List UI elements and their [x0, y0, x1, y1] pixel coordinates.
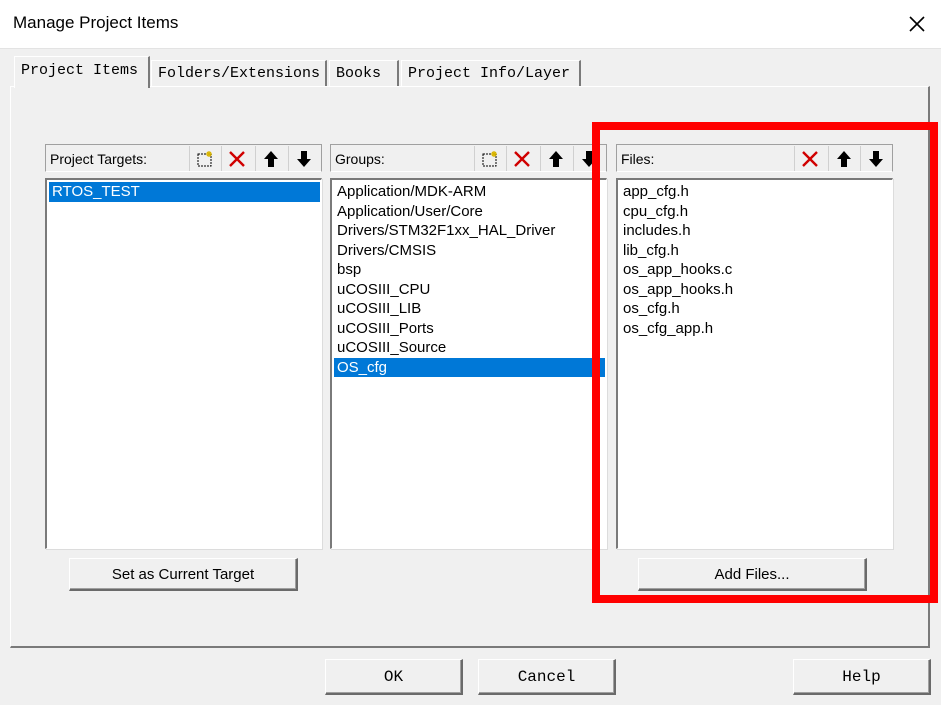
- groups-header-label: Groups:: [335, 151, 385, 167]
- arrow-up-icon: [263, 150, 278, 167]
- list-item-group[interactable]: Drivers/STM32F1xx_HAL_Driver: [334, 221, 555, 241]
- list-item-group[interactable]: Application/MDK-ARM: [334, 182, 486, 202]
- list-item-file[interactable]: os_app_hooks.h: [620, 280, 733, 300]
- delete-icon: [801, 150, 818, 167]
- set-current-target-button[interactable]: Set as Current Target: [69, 558, 298, 591]
- files-header: Files:: [616, 144, 893, 172]
- targets-header: Project Targets:: [45, 144, 322, 172]
- delete-target-button[interactable]: [221, 146, 251, 171]
- new-target-button[interactable]: [189, 146, 219, 171]
- groups-header: Groups:: [330, 144, 607, 172]
- tab-folders-extensions[interactable]: Folders/Extensions: [151, 60, 327, 86]
- delete-icon: [228, 150, 245, 167]
- tab-label: Folders/Extensions: [158, 65, 321, 82]
- add-files-button[interactable]: Add Files...: [638, 558, 867, 591]
- groups-list[interactable]: Application/MDK-ARM Application/User/Cor…: [330, 178, 607, 549]
- help-button[interactable]: Help: [793, 659, 931, 695]
- move-target-up-button[interactable]: [255, 146, 285, 171]
- list-item-file[interactable]: os_cfg.h: [620, 299, 680, 319]
- list-item-group[interactable]: Drivers/CMSIS: [334, 241, 436, 261]
- ok-button[interactable]: OK: [325, 659, 463, 695]
- list-item-group[interactable]: bsp: [334, 260, 361, 280]
- tab-label: Project Info/Layer: [408, 65, 571, 82]
- arrow-up-icon: [548, 150, 563, 167]
- targets-list[interactable]: RTOS_TEST: [45, 178, 322, 549]
- delete-icon: [513, 150, 530, 167]
- delete-group-button[interactable]: [506, 146, 536, 171]
- list-item-file[interactable]: app_cfg.h: [620, 182, 689, 202]
- targets-header-label: Project Targets:: [50, 151, 148, 167]
- move-group-down-button[interactable]: [573, 146, 603, 171]
- list-item-group[interactable]: uCOSIII_Ports: [334, 319, 434, 339]
- tab-label: Books: [336, 65, 382, 82]
- list-item-target[interactable]: RTOS_TEST: [49, 182, 320, 202]
- new-group-button[interactable]: [474, 146, 504, 171]
- arrow-down-icon: [581, 150, 596, 167]
- move-file-up-button[interactable]: [828, 146, 858, 171]
- list-item-group[interactable]: uCOSIII_CPU: [334, 280, 430, 300]
- arrow-down-icon: [868, 150, 883, 167]
- arrow-down-icon: [296, 150, 311, 167]
- files-header-label: Files:: [621, 151, 655, 167]
- tab-project-info-layer[interactable]: Project Info/Layer: [401, 60, 581, 86]
- list-item-group[interactable]: Application/User/Core: [334, 202, 483, 222]
- cancel-button[interactable]: Cancel: [478, 659, 616, 695]
- arrow-up-icon: [836, 150, 851, 167]
- list-item-file[interactable]: os_app_hooks.c: [620, 260, 732, 280]
- list-item-group-selected[interactable]: OS_cfg: [334, 357, 605, 377]
- list-item-file[interactable]: cpu_cfg.h: [620, 202, 688, 222]
- list-item-file[interactable]: includes.h: [620, 221, 691, 241]
- tab-books[interactable]: Books: [329, 60, 399, 86]
- files-list[interactable]: app_cfg.h cpu_cfg.h includes.h lib_cfg.h…: [616, 178, 893, 549]
- list-item-file[interactable]: os_cfg_app.h: [620, 319, 713, 339]
- new-item-icon: [197, 150, 212, 166]
- move-target-down-button[interactable]: [288, 146, 318, 171]
- new-item-icon: [482, 150, 497, 166]
- title-bar: Manage Project Items: [0, 0, 941, 49]
- tab-label: Project Items: [21, 62, 139, 79]
- list-item-group[interactable]: uCOSIII_Source: [334, 338, 446, 358]
- tab-project-items[interactable]: Project Items: [14, 56, 150, 88]
- move-file-down-button[interactable]: [860, 146, 890, 171]
- list-item-file[interactable]: lib_cfg.h: [620, 241, 679, 261]
- list-item-group[interactable]: uCOSIII_LIB: [334, 299, 421, 319]
- close-icon: [909, 16, 925, 32]
- window-title: Manage Project Items: [13, 13, 179, 32]
- delete-file-button[interactable]: [794, 146, 824, 171]
- move-group-up-button[interactable]: [540, 146, 570, 171]
- close-button[interactable]: [893, 0, 941, 48]
